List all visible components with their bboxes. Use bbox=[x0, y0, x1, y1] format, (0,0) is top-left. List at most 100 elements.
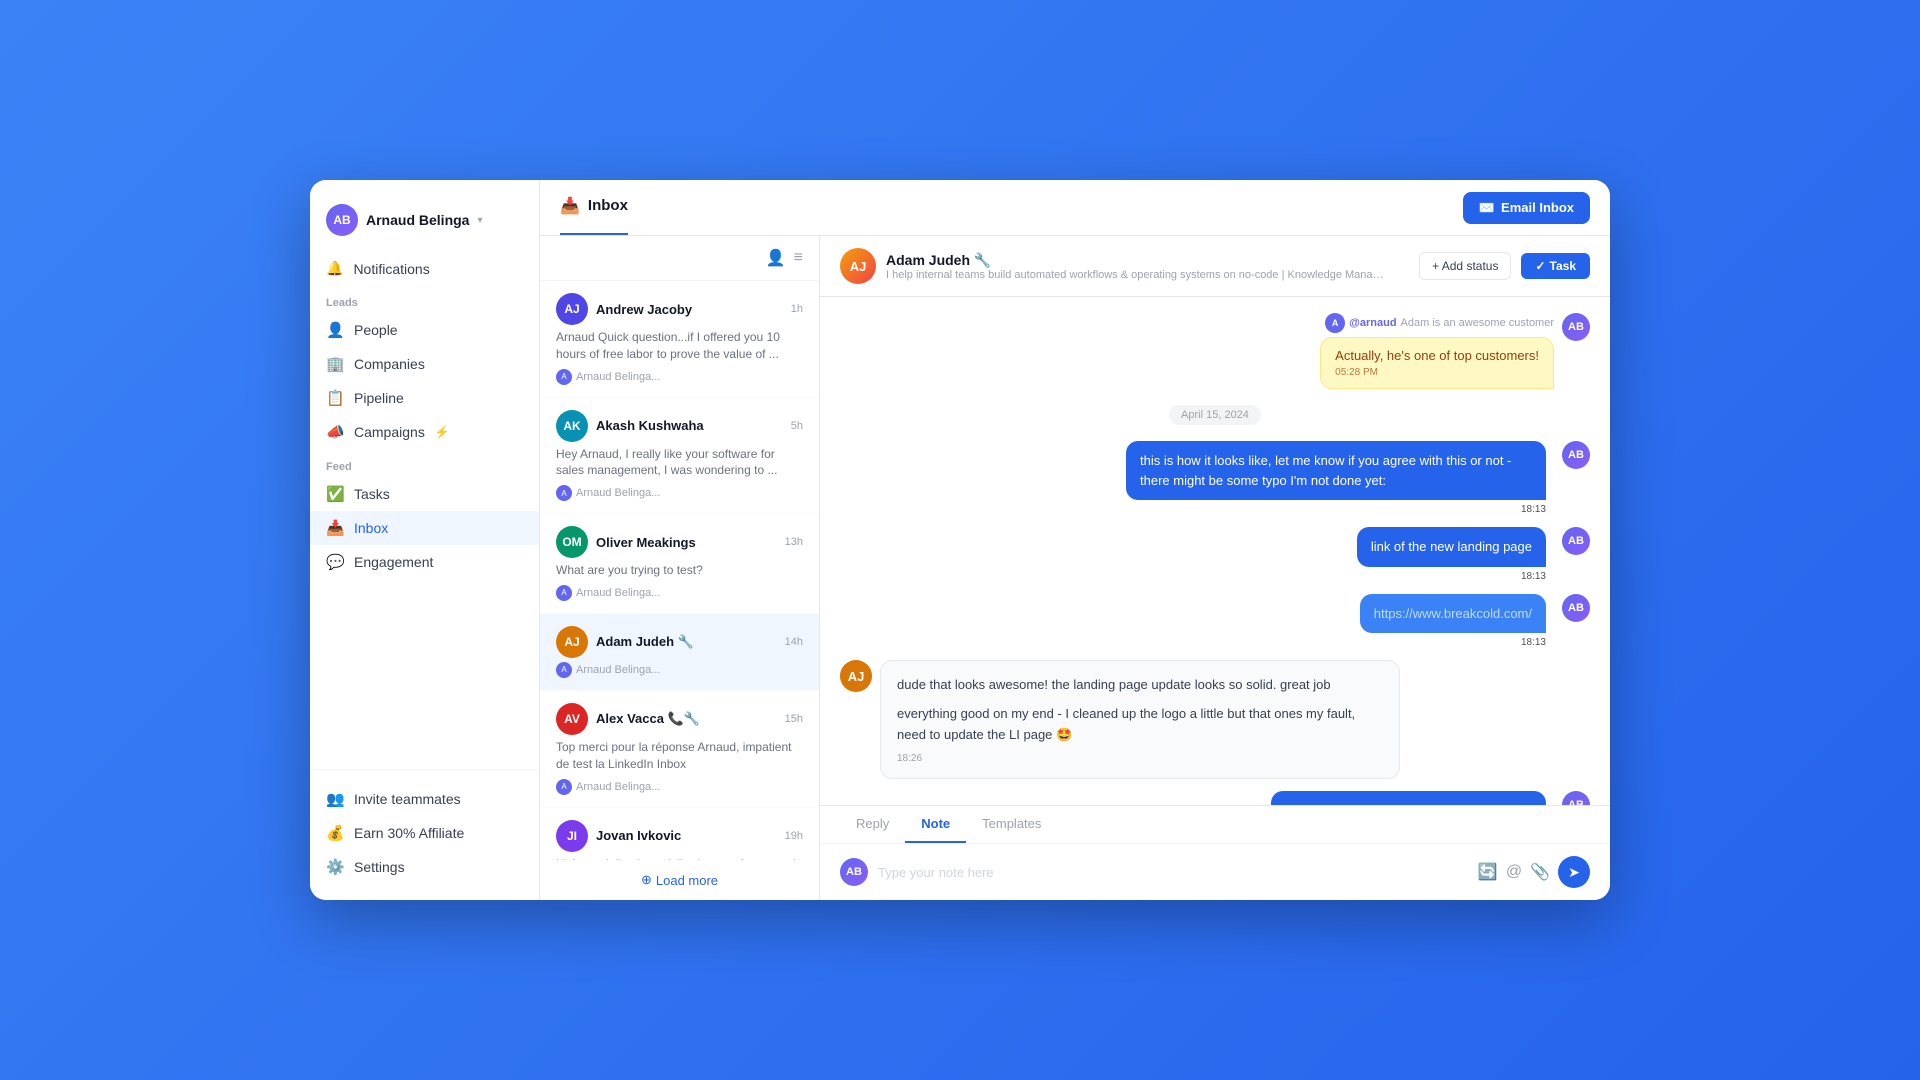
outgoing-avatar-2: AB bbox=[1562, 527, 1590, 555]
engagement-icon: 💬 bbox=[326, 553, 344, 571]
task-icon: ✓ bbox=[1535, 259, 1545, 273]
large-msg-text-1: dude that looks awesome! the landing pag… bbox=[897, 675, 1383, 696]
conv-avatar-jovan: JI bbox=[556, 820, 588, 852]
conv-item-alex[interactable]: AV Alex Vacca 📞🔧 15h Top merci pour la r… bbox=[540, 691, 819, 808]
conv-name-akash: Akash Kushwaha bbox=[596, 418, 704, 433]
reply-tabs: Reply Note Templates bbox=[820, 806, 1610, 844]
load-more-button[interactable]: ⊕ Load more bbox=[540, 860, 819, 900]
add-status-button[interactable]: + Add status bbox=[1419, 252, 1511, 280]
outgoing-avatar-3: AB bbox=[1562, 594, 1590, 622]
msg-bubble-outgoing-3: https://www.breakcold.com/ bbox=[1360, 594, 1546, 634]
inbox-tab[interactable]: 📥 Inbox bbox=[560, 180, 628, 235]
msg-content-outgoing-2: link of the new landing page 18:13 bbox=[1357, 527, 1546, 582]
msg-content-outgoing-4: send me the refined logo and I'll change… bbox=[1271, 791, 1546, 805]
conv-name-jovan: Jovan Ivkovic bbox=[596, 828, 681, 843]
conv-preview-oliver: What are you trying to test? bbox=[556, 562, 803, 579]
conv-item-oliver[interactable]: OM Oliver Meakings 13h What are you tryi… bbox=[540, 514, 819, 614]
conv-item-jovan[interactable]: JI Jovan Ivkovic 19h Hi Arnaud, I've bee… bbox=[540, 808, 819, 860]
companies-icon: 🏢 bbox=[326, 355, 344, 373]
large-msg-text-2: everything good on my end - I cleaned up… bbox=[897, 704, 1383, 746]
at-icon[interactable]: @ bbox=[1506, 863, 1522, 881]
sidebar-item-notifications[interactable]: 🔔 Notifications bbox=[310, 252, 539, 285]
msg-row-incoming-1: AJ dude that looks awesome! the landing … bbox=[840, 660, 1590, 779]
chat-contact-subtitle: I help internal teams build automated wo… bbox=[886, 269, 1386, 281]
sidebar-item-pipeline[interactable]: 📋 Pipeline bbox=[310, 381, 539, 415]
note-input[interactable] bbox=[878, 865, 1468, 880]
filter-icon[interactable]: ≡ bbox=[794, 249, 803, 267]
filter-person-icon[interactable]: 👤 bbox=[766, 248, 786, 268]
conv-name-alex: Alex Vacca 📞🔧 bbox=[596, 711, 700, 727]
sidebar-item-people[interactable]: 👤 People bbox=[310, 313, 539, 347]
main-content: 📥 Inbox ✉️ Email Inbox 👤 ≡ bbox=[540, 180, 1610, 900]
notifications-label: Notifications bbox=[353, 261, 429, 277]
user-menu[interactable]: AB Arnaud Belinga ▾ bbox=[310, 196, 539, 252]
chat-header-left: AJ Adam Judeh 🔧 I help internal teams bu… bbox=[840, 248, 1386, 284]
main-header: 📥 Inbox ✉️ Email Inbox bbox=[540, 180, 1610, 236]
sidebar-item-companies[interactable]: 🏢 Companies bbox=[310, 347, 539, 381]
sidebar-item-settings[interactable]: ⚙️ Settings bbox=[310, 850, 539, 884]
chat-contact-avatar: AJ bbox=[840, 248, 876, 284]
tab-note[interactable]: Note bbox=[905, 806, 966, 843]
chevron-down-icon: ▾ bbox=[477, 215, 482, 226]
conv-sender-avatar-akash: A bbox=[556, 485, 572, 501]
user-name: Arnaud Belinga bbox=[366, 212, 469, 228]
sidebar-item-campaigns[interactable]: 📣 Campaigns ⚡ bbox=[310, 415, 539, 449]
tab-templates[interactable]: Templates bbox=[966, 806, 1057, 843]
chat-contact-name: Adam Judeh 🔧 bbox=[886, 252, 1386, 269]
msg-time-outgoing-3: 18:13 bbox=[1521, 637, 1546, 648]
sidebar-item-tasks[interactable]: ✅ Tasks bbox=[310, 477, 539, 511]
msg-text-outgoing-2: link of the new landing page bbox=[1371, 539, 1532, 554]
settings-label: Settings bbox=[354, 859, 405, 875]
send-icon: ➤ bbox=[1568, 864, 1580, 881]
date-divider: April 15, 2024 bbox=[840, 409, 1590, 421]
affiliate-label: Earn 30% Affiliate bbox=[354, 825, 464, 841]
sidebar-item-engagement[interactable]: 💬 Engagement bbox=[310, 545, 539, 579]
outgoing-avatar-1: AB bbox=[1562, 441, 1590, 469]
conv-time-oliver: 13h bbox=[785, 536, 803, 548]
messages-area: A @arnaud Adam is an awesome customer Ac… bbox=[820, 297, 1610, 805]
task-button[interactable]: ✓ Task bbox=[1521, 253, 1590, 279]
msg-content-outgoing-1: this is how it looks like, let me know i… bbox=[1126, 441, 1546, 515]
sidebar-item-inbox[interactable]: 📥 Inbox bbox=[310, 511, 539, 545]
attachment-icon[interactable]: 📎 bbox=[1530, 862, 1550, 882]
invite-label: Invite teammates bbox=[354, 791, 461, 807]
conv-time-andrew: 1h bbox=[791, 303, 803, 315]
bell-icon: 🔔 bbox=[326, 260, 343, 277]
emoji-icon[interactable]: 🔄 bbox=[1478, 862, 1498, 882]
tab-reply[interactable]: Reply bbox=[840, 806, 905, 843]
user-avatar: AB bbox=[326, 204, 358, 236]
sidebar-item-affiliate[interactable]: 💰 Earn 30% Affiliate bbox=[310, 816, 539, 850]
conversation-list: 👤 ≡ AJ Andrew Jacoby 1h Arnaud Quick que… bbox=[540, 236, 820, 900]
tab-note-label: Note bbox=[921, 816, 950, 831]
conv-item-adam[interactable]: AJ Adam Judeh 🔧 14h A Arnaud Belinga... bbox=[540, 614, 819, 691]
conv-name-andrew: Andrew Jacoby bbox=[596, 302, 692, 317]
people-icon: 👤 bbox=[326, 321, 344, 339]
sidebar-item-invite[interactable]: 👥 Invite teammates bbox=[310, 782, 539, 816]
msg-bubble-outgoing-1: this is how it looks like, let me know i… bbox=[1126, 441, 1546, 500]
reply-avatar: AB bbox=[840, 858, 868, 886]
msg-time-outgoing-1: 18:13 bbox=[1521, 504, 1546, 515]
msg-row-outgoing-3: https://www.breakcold.com/ 18:13 AB bbox=[840, 594, 1590, 649]
msg-content-incoming-1: dude that looks awesome! the landing pag… bbox=[880, 660, 1400, 779]
conv-avatar-oliver: OM bbox=[556, 526, 588, 558]
send-button[interactable]: ➤ bbox=[1558, 856, 1590, 888]
note-bubble: Actually, he's one of top customers! 05:… bbox=[1320, 337, 1554, 389]
campaigns-icon: 📣 bbox=[326, 423, 344, 441]
people-label: People bbox=[354, 322, 398, 338]
sidebar: AB Arnaud Belinga ▾ 🔔 Notifications Lead… bbox=[310, 180, 540, 900]
load-more-plus-icon: ⊕ bbox=[641, 872, 652, 888]
note-bubble-text: Actually, he's one of top customers! bbox=[1335, 348, 1539, 363]
conv-preview-andrew: Arnaud Quick question...if I offered you… bbox=[556, 329, 803, 363]
pipeline-icon: 📋 bbox=[326, 389, 344, 407]
conv-item-akash[interactable]: AK Akash Kushwaha 5h Hey Arnaud, I reall… bbox=[540, 398, 819, 515]
conv-item-andrew[interactable]: AJ Andrew Jacoby 1h Arnaud Quick questio… bbox=[540, 281, 819, 398]
conv-avatar-akash: AK bbox=[556, 410, 588, 442]
msg-row-outgoing-4: send me the refined logo and I'll change… bbox=[840, 791, 1590, 805]
inbox-icon: 📥 bbox=[326, 519, 344, 537]
large-msg-bubble: dude that looks awesome! the landing pag… bbox=[880, 660, 1400, 779]
chat-header-info: Adam Judeh 🔧 I help internal teams build… bbox=[886, 252, 1386, 281]
feed-section-label: Feed bbox=[310, 449, 539, 477]
email-inbox-button[interactable]: ✉️ Email Inbox bbox=[1463, 192, 1590, 224]
msg-text-outgoing-3: https://www.breakcold.com/ bbox=[1374, 606, 1532, 621]
body-panels: 👤 ≡ AJ Andrew Jacoby 1h Arnaud Quick que… bbox=[540, 236, 1610, 900]
